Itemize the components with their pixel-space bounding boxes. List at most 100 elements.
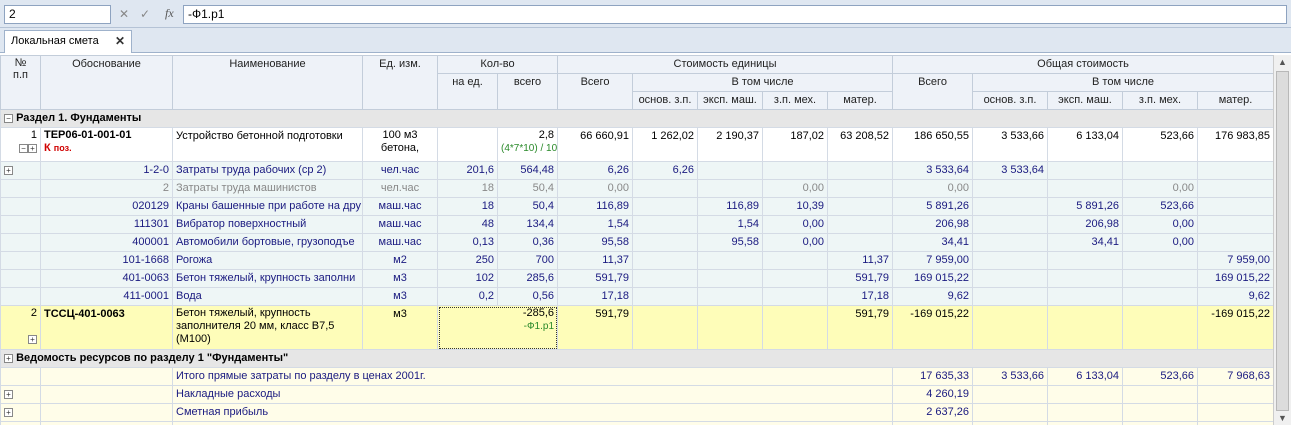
unit-eksp <box>697 287 764 306</box>
col-unit-osn[interactable]: основ. з.п. <box>632 91 699 110</box>
total-eksp: 6 133,04 <box>1047 367 1124 386</box>
cancel-icon[interactable]: ✕ <box>119 7 129 21</box>
summary-row[interactable]: + Накладные расходы 4 260,19 <box>0 385 1273 404</box>
unit-osn <box>632 269 699 288</box>
unit-all: 0,00 <box>557 179 634 198</box>
unit-zpmeh: 0,00 <box>762 215 829 234</box>
unit-osn <box>632 251 699 270</box>
resource-row[interactable]: 401-0063 Бетон тяжелый, крупность заполни… <box>0 269 1273 288</box>
col-qty-total[interactable]: всего <box>496 73 559 110</box>
resource-row[interactable]: 020129 Краны башенные при работе на дру ма… <box>0 197 1273 216</box>
unit-mater <box>827 161 894 180</box>
total-eksp <box>1047 385 1124 404</box>
expand-icon[interactable]: + <box>4 389 13 399</box>
unit-zpmeh <box>762 287 829 306</box>
table-row-position-2[interactable]: 2 + ТССЦ-401-0063 Бетон тяжелый, крупност… <box>0 305 1273 350</box>
expand-icon[interactable]: + <box>4 353 13 363</box>
unit: 100 м3 <box>382 129 418 141</box>
expand-icon[interactable]: + <box>4 165 13 175</box>
total-osn <box>972 197 1049 216</box>
resource-row[interactable]: 101-1668 Рогожа м2 250 700 11,37 11,37 7 959,00… <box>0 251 1273 270</box>
col-unit-mater[interactable]: матер. <box>827 91 894 110</box>
col-total-cost[interactable]: Общая стоимость <box>892 55 1273 74</box>
expand-icon[interactable]: + <box>28 143 37 153</box>
resource-row[interactable]: +1-2-0 Затраты труда рабочих (ср 2) чел.ча… <box>0 161 1273 180</box>
resource-row[interactable]: 2 Затраты труда машинистов чел.час 18 50,4 0,… <box>0 179 1273 198</box>
expand-cell <box>0 233 41 252</box>
scroll-down-icon[interactable]: ▼ <box>1278 413 1287 423</box>
total-mater: 7 959,00 <box>1197 251 1273 270</box>
collapse-icon[interactable]: − <box>4 113 13 123</box>
scrollbar-thumb[interactable] <box>1276 71 1289 411</box>
expand-cell <box>0 215 41 234</box>
col-total-osn[interactable]: основ. з.п. <box>972 91 1049 110</box>
collapse-icon[interactable]: − <box>19 143 28 153</box>
total-zpmeh <box>1122 161 1199 180</box>
total-zpmeh <box>1122 385 1199 404</box>
unit-eksp <box>697 269 764 288</box>
col-num[interactable]: № п.п <box>0 55 41 110</box>
col-unit-incl[interactable]: В том числе <box>632 73 894 92</box>
cell-reference-input[interactable]: 2 <box>4 5 111 24</box>
col-basis[interactable]: Обоснование <box>40 55 173 110</box>
total-zpmeh: 0,00 <box>1122 233 1199 252</box>
vertical-scrollbar[interactable]: ▲ ▼ <box>1273 55 1291 425</box>
expand-icon[interactable]: + <box>4 407 13 417</box>
col-total-all[interactable]: Всего <box>892 73 974 110</box>
col-name[interactable]: Наименование <box>172 55 363 110</box>
col-unit-all[interactable]: Всего <box>557 73 634 110</box>
resource-row[interactable]: 411-0001 Вода м3 0,2 0,56 17,18 17,18 9,62 9,62 <box>0 287 1273 306</box>
coefficient-marker[interactable]: К <box>44 142 51 154</box>
col-unit-eksp[interactable]: эксп. маш. <box>697 91 764 110</box>
total-all: 9,62 <box>892 287 974 306</box>
total-mater <box>1197 161 1273 180</box>
total-mater <box>1197 403 1273 422</box>
unit-mater <box>827 233 894 252</box>
qty-total: 50,4 <box>496 197 559 216</box>
col-total-eksp[interactable]: эксп. маш. <box>1047 91 1124 110</box>
unit-zpmeh <box>762 269 829 288</box>
unit-osn <box>632 179 699 198</box>
qty-per: 0,2 <box>437 287 498 306</box>
section-title: Ведомость ресурсов по разделу 1 "Фундаме… <box>16 352 289 364</box>
resource-row[interactable]: 400001 Автомобили бортовые, грузоподъе маш… <box>0 233 1273 252</box>
unit-zpmeh <box>762 161 829 180</box>
close-icon[interactable]: ✕ <box>115 34 125 48</box>
col-qty-per[interactable]: на ед. <box>437 73 498 110</box>
formula-input[interactable]: -Ф1.р1 <box>183 5 1287 24</box>
qty-total[interactable]: 2,8 <box>539 129 554 141</box>
summary-row[interactable]: + Сметная прибыль 2 637,26 <box>0 403 1273 422</box>
summary-row[interactable]: Итого прямые затраты по разделу в ценах … <box>0 367 1273 386</box>
section-row[interactable]: − Раздел 1. Фундаменты <box>0 109 1273 128</box>
col-unit-zpmeh[interactable]: з.п. мех. <box>762 91 829 110</box>
fx-icon[interactable]: fx <box>165 6 174 21</box>
unit-mater: 11,37 <box>827 251 894 270</box>
tab-local-estimate[interactable]: Локальная смета ✕ <box>4 30 132 53</box>
summary-row[interactable]: + Итого по разделу 1 Фундаменты24 532,78 <box>0 421 1273 425</box>
expand-icon[interactable]: + <box>28 334 37 344</box>
expand-cell: + <box>0 421 41 425</box>
qty-per: 48 <box>437 215 498 234</box>
unit-osn: 1 262,02 <box>632 127 699 162</box>
qty-total-selected-cell[interactable]: -285,6 -Ф1.р1 <box>436 305 559 350</box>
unit: м3 <box>362 305 438 350</box>
total-osn <box>972 287 1049 306</box>
col-qty[interactable]: Кол-во <box>436 55 559 74</box>
total-all: 2 637,26 <box>892 403 974 422</box>
resource-row[interactable]: 111301 Вибратор поверхностный маш.час 48 134… <box>0 215 1273 234</box>
col-total-incl[interactable]: В том числе <box>972 73 1273 92</box>
summary-name: Итого прямые затраты по разделу в ценах … <box>171 367 894 386</box>
accept-icon[interactable]: ✓ <box>140 7 150 21</box>
total-all: 169 015,22 <box>892 269 974 288</box>
unit-eksp <box>697 179 764 198</box>
unit-osn: 6,26 <box>632 161 699 180</box>
col-unit[interactable]: Ед. изм. <box>362 55 438 110</box>
unit-all: 1,54 <box>557 215 634 234</box>
table-row-position-1[interactable]: 1− + ТЕР06-01-001-01 К поз. Устройство бет… <box>0 127 1273 162</box>
section-row[interactable]: + Ведомость ресурсов по разделу 1 "Фунда… <box>0 349 1273 368</box>
col-total-mater[interactable]: матер. <box>1197 91 1273 110</box>
col-unit-cost[interactable]: Стоимость единицы <box>557 55 894 74</box>
scroll-up-icon[interactable]: ▲ <box>1278 57 1287 67</box>
col-total-zpmeh[interactable]: з.п. мех. <box>1122 91 1199 110</box>
summary-name: Сметная прибыль <box>171 403 894 422</box>
